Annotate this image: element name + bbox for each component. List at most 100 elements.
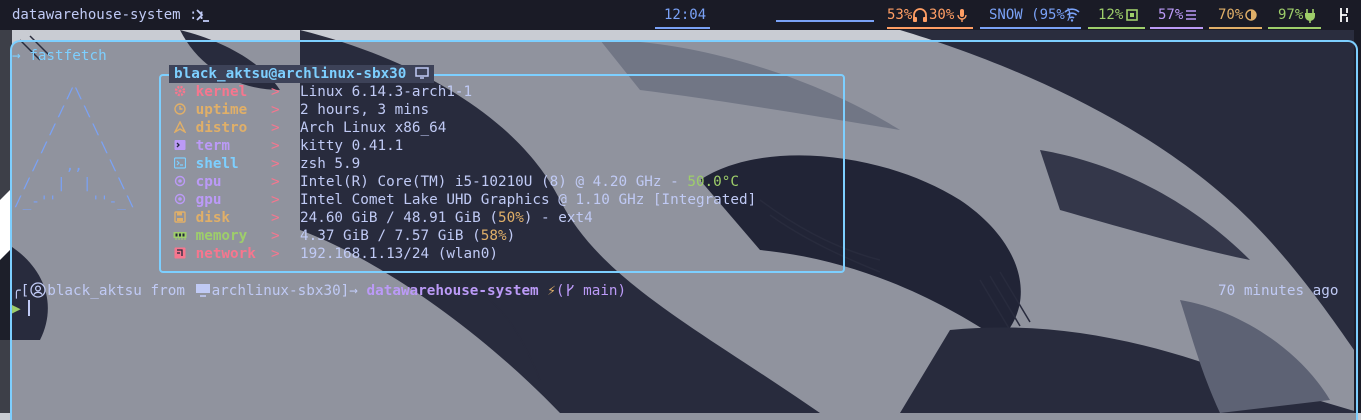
info-value: Arch Linux x86_64 bbox=[300, 120, 447, 136]
prompt-input-line[interactable]: ▶ bbox=[12, 300, 30, 318]
cpu-load[interactable]: 12% bbox=[1098, 0, 1123, 30]
info-value: 192.168.1.13/24 (wlan0) bbox=[300, 246, 498, 262]
user-host: black_aktsu@archlinux-sbx30 bbox=[174, 66, 407, 82]
memory-percent: 58% bbox=[480, 228, 507, 244]
info-separator: > bbox=[271, 156, 280, 172]
info-value: Linux 6.14.3-arch1-1 bbox=[300, 84, 473, 100]
headphone-volume[interactable]: 30% bbox=[929, 0, 954, 30]
info-value: 2 hours, 3 mins bbox=[300, 102, 430, 118]
info-row-memory: memory bbox=[173, 227, 247, 245]
info-key: cpu bbox=[195, 174, 222, 190]
info-key: term bbox=[195, 138, 231, 154]
prompt-directory: datawarehouse-system bbox=[366, 283, 539, 299]
prompt-user: black_aktsu bbox=[47, 283, 142, 299]
cpu-temperature: 50.0°C bbox=[687, 174, 739, 190]
command-line: → fastfetch bbox=[12, 48, 107, 64]
prompt-from: from bbox=[141, 283, 194, 299]
logo-line: / \ bbox=[14, 140, 109, 156]
brightness-level[interactable]: 70% bbox=[1218, 0, 1243, 30]
info-row-network: network bbox=[173, 245, 256, 263]
terminal-prompt-icon[interactable] bbox=[195, 0, 211, 30]
info-row-kernel: kernel bbox=[173, 83, 247, 101]
info-value-cpu: Intel(R) Core(TM) i5-10210U (8) @ 4.20 G… bbox=[300, 173, 739, 191]
logo-line: / \ bbox=[14, 122, 101, 138]
info-row-shell: shell bbox=[173, 155, 239, 173]
text-cursor[interactable] bbox=[27, 300, 30, 316]
battery-level[interactable]: 97% bbox=[1278, 0, 1303, 30]
cpu-icon bbox=[173, 173, 187, 191]
info-key: shell bbox=[195, 156, 239, 172]
info-separator: > bbox=[271, 210, 280, 226]
info-row-gpu: gpu bbox=[173, 191, 221, 209]
logo-line: /\ bbox=[14, 86, 83, 102]
info-separator: > bbox=[271, 246, 280, 262]
shell-prompt: ╭[ black_aktsu from archlinux-sbx30]→ dat… bbox=[12, 282, 626, 300]
info-row-cpu: cpu bbox=[173, 173, 221, 191]
info-value-memory: 4.37 GiB / 7.57 GiB (58%) bbox=[300, 227, 515, 245]
memory-icon bbox=[1184, 0, 1198, 30]
power-icon[interactable] bbox=[1337, 0, 1353, 30]
cpu-underline bbox=[1088, 27, 1145, 29]
prompt-host: archlinux-sbx30] bbox=[211, 283, 350, 299]
workspace-indicator[interactable] bbox=[776, 20, 874, 22]
info-key: memory bbox=[195, 228, 248, 244]
headphones-icon[interactable] bbox=[912, 0, 928, 30]
info-value: Intel Comet Lake UHD Graphics @ 1.10 GHz… bbox=[300, 192, 757, 208]
prompt-corner: ╭[ bbox=[12, 283, 30, 299]
cpu-percent: 53% bbox=[887, 7, 913, 23]
logo-line: /_-'' ''-_\ bbox=[14, 194, 135, 210]
wifi-icon[interactable] bbox=[1064, 0, 1080, 30]
info-row-distro: distro bbox=[173, 119, 247, 137]
monitor-icon bbox=[194, 282, 212, 300]
info-key: uptime bbox=[195, 102, 248, 118]
clock[interactable]: 12:04 bbox=[664, 0, 706, 30]
info-separator: > bbox=[271, 228, 280, 244]
top-status-bar: datawarehouse-system :: 12:04 53% 30% SN… bbox=[0, 0, 1361, 30]
info-separator: > bbox=[271, 120, 280, 136]
prompt-symbol: ▶ bbox=[12, 301, 21, 317]
git-branch: main) bbox=[574, 283, 627, 299]
memory-icon bbox=[173, 227, 187, 245]
clock-underline bbox=[655, 27, 710, 29]
network-underline bbox=[980, 27, 1081, 29]
logo-line: / ,, \ bbox=[14, 158, 118, 174]
prompt-bolt: ⚡ bbox=[538, 283, 556, 299]
gpu-icon bbox=[173, 191, 187, 209]
wifi-label[interactable]: SNOW (95%) bbox=[989, 0, 1073, 30]
info-key: distro bbox=[195, 120, 248, 136]
battery-underline bbox=[1268, 27, 1321, 29]
info-key: gpu bbox=[195, 192, 222, 208]
prompt-arrow: → bbox=[349, 283, 367, 299]
audio-underline bbox=[887, 27, 973, 29]
info-separator: > bbox=[271, 174, 280, 190]
info-separator: > bbox=[271, 192, 280, 208]
terminal-icon bbox=[173, 137, 187, 155]
charging-icon bbox=[1304, 0, 1316, 30]
info-separator: > bbox=[271, 84, 280, 100]
user-icon bbox=[29, 282, 47, 300]
fastfetch-title: black_aktsu@archlinux-sbx30 bbox=[169, 65, 435, 83]
disk-icon bbox=[173, 209, 187, 227]
microphone-icon[interactable] bbox=[956, 0, 968, 30]
info-row-disk: disk bbox=[173, 209, 230, 227]
disk-percent: 50% bbox=[497, 210, 524, 226]
git-open: ( bbox=[555, 283, 565, 299]
logo-line: / | | \ bbox=[14, 176, 126, 192]
network-icon bbox=[173, 245, 187, 263]
shell-icon bbox=[173, 155, 187, 173]
arch-icon bbox=[173, 119, 187, 137]
clock-icon bbox=[173, 101, 187, 119]
info-row-term: term bbox=[173, 137, 230, 155]
monitor-icon bbox=[415, 65, 429, 83]
git-branch-icon bbox=[565, 282, 575, 300]
info-value-disk: 24.60 GiB / 48.91 GiB (50%) - ext4 bbox=[300, 209, 593, 227]
memory-usage[interactable]: 57% bbox=[1158, 0, 1183, 30]
info-separator: > bbox=[271, 138, 280, 154]
info-value: 4.37 GiB / 7.57 GiB ( bbox=[300, 228, 481, 244]
workspace-label[interactable]: datawarehouse-system :: bbox=[12, 0, 206, 30]
processor-icon bbox=[1124, 0, 1140, 30]
info-value: Intel(R) Core(TM) i5-10210U (8) @ 4.20 G… bbox=[300, 174, 688, 190]
info-key: disk bbox=[195, 210, 231, 226]
info-value: kitty 0.41.1 bbox=[300, 138, 404, 154]
command-duration: 70 minutes ago bbox=[1218, 283, 1339, 299]
